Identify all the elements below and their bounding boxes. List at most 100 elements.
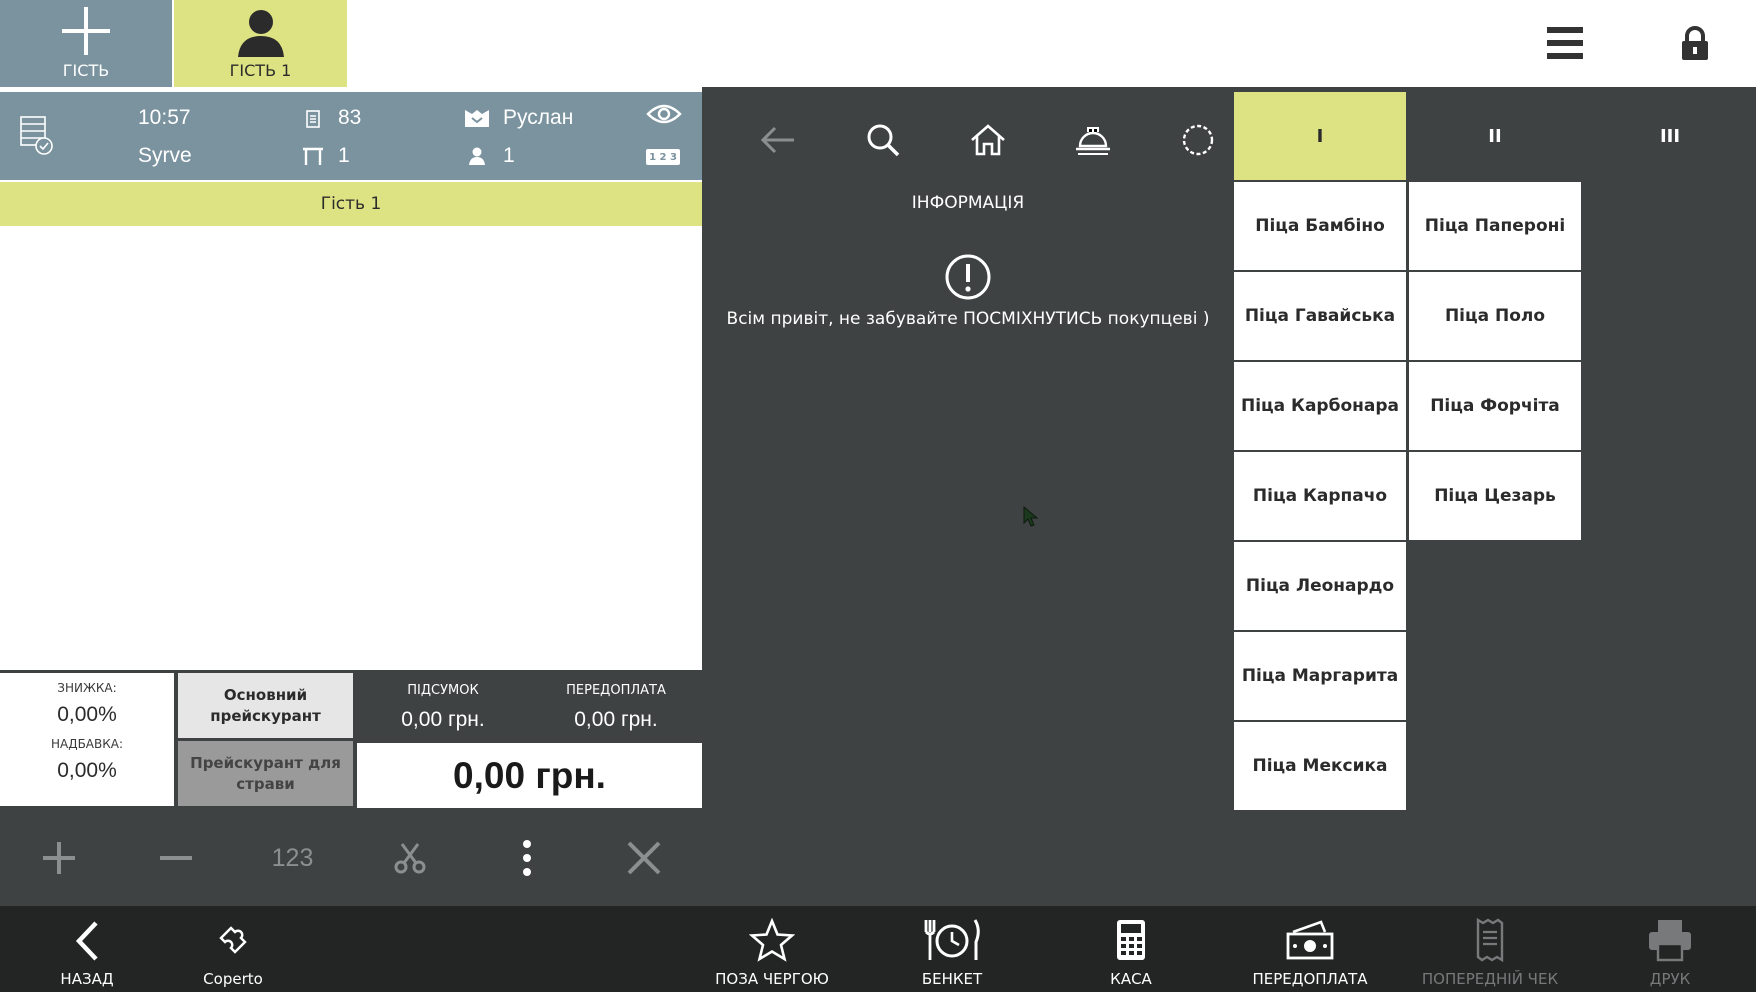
subtotal-label: ПІДСУМОК [407,683,479,698]
banquet-button[interactable]: БЕНКЕТ [880,906,1024,992]
page-tab-1[interactable]: I [1234,92,1406,180]
guest-tab-label: ГІСТЬ 1 [229,61,292,80]
prepayment-button-label: ПЕРЕДОПЛАТА [1252,970,1368,988]
puzzle-icon [219,926,247,954]
discount-surcharge-box[interactable]: ЗНИЖКА: 0,00% НАДБАВКА: 0,00% [0,673,174,806]
pre-check-button[interactable]: ПОПЕРЕДНІЙ ЧЕК [1415,906,1565,992]
page-tab-2[interactable]: II [1409,92,1581,180]
banquet-clock-icon [924,919,980,960]
back-label: НАЗАД [60,970,114,988]
out-of-queue-button[interactable]: ПОЗА ЧЕРГОЮ [700,906,844,992]
add-guest-button[interactable]: ГІСТЬ [0,0,172,87]
search-button[interactable] [853,115,913,165]
prepayment-button[interactable]: ПЕРЕДОПЛАТА [1238,906,1382,992]
prepayment-box: ПЕРЕДОПЛАТА 0,00 грн. [530,675,702,740]
order-header: 10:57 Syrve 83 1 Руслан 1 1 2 3 [0,92,702,180]
numbering-toggle[interactable]: 1 2 3 [646,149,680,165]
back-button[interactable]: НАЗАД [22,906,152,992]
lock-button[interactable] [1660,18,1730,68]
mouse-cursor-icon [1023,506,1039,527]
printer-icon [1649,920,1691,962]
person-icon [237,10,284,57]
kitchen-button[interactable] [1063,115,1123,165]
product-button[interactable]: Піца Поло [1409,272,1581,360]
home-button[interactable] [958,115,1018,165]
table-number: 1 [338,144,350,167]
banquet-label: БЕНКЕТ [921,970,983,988]
product-button[interactable]: Піца Бамбіно [1234,182,1406,270]
lock-icon [1682,26,1708,60]
home-icon [971,124,1005,156]
main-price-list-button[interactable]: Основний прейскурант [178,673,353,738]
back-nav-button[interactable] [748,115,808,165]
print-label: ДРУК [1649,970,1691,988]
table-icon [303,147,323,165]
calculator-icon [1117,920,1145,960]
surcharge-value: 0,00% [57,759,117,782]
receipt-icon [306,110,320,128]
waiter-icon [465,110,489,127]
food-service-icon [1076,127,1110,155]
more-options-button[interactable] [468,810,585,906]
coperto-label: Coperto [203,970,263,988]
plus-icon [62,7,110,55]
product-button[interactable]: Піца Мексика [1234,722,1406,810]
cash-register-button[interactable]: КАСА [1059,906,1203,992]
receipt-icon [1476,918,1504,962]
plus-icon [42,842,75,874]
delete-button[interactable] [585,810,702,906]
guests-icon [469,147,485,165]
discount-label: ЗНИЖКА: [57,681,117,695]
badge-outline-icon [1182,124,1214,156]
subtotal-box: ПІДСУМОК 0,00 грн. [357,675,529,740]
arrow-left-icon [760,126,794,154]
cash-register-label: КАСА [1110,970,1152,988]
dish-price-list-button[interactable]: Прейскурант для страви [178,741,353,806]
info-title: ІНФОРМАЦІЯ [911,193,1025,213]
grand-total: 0,00 грн. [357,743,702,808]
order-time: 10:57 [138,106,191,129]
pre-check-label: ПОПЕРЕДНІЙ ЧЕК [1421,970,1559,988]
product-button[interactable]: Піца Гавайська [1234,272,1406,360]
order-number: 83 [338,106,362,129]
decrease-button[interactable] [117,810,234,906]
money-icon [1286,920,1334,960]
scissors-icon [394,843,425,874]
hamburger-icon [1547,27,1583,59]
chevron-left-icon [75,921,98,961]
prepayment-label: ПЕРЕДОПЛАТА [566,683,666,698]
surcharge-label: НАДБАВКА: [50,737,124,751]
product-button[interactable]: Піца Маргарита [1234,632,1406,720]
product-button[interactable]: Піца Карпачо [1234,452,1406,540]
guest-section-header[interactable]: Гість 1 [0,182,702,226]
order-items-list[interactable] [0,226,702,670]
exclamation-icon [945,254,991,300]
search-icon [867,124,900,157]
more-vertical-icon [522,840,531,876]
menu-button[interactable] [1530,18,1600,68]
coperto-button[interactable]: Coperto [168,906,298,992]
page-tab-3[interactable]: III [1584,92,1756,180]
restaurant-name: Syrve [138,144,192,167]
out-of-queue-label: ПОЗА ЧЕРГОЮ [715,970,829,988]
guest-tab[interactable]: ГІСТЬ 1 [174,0,347,87]
print-button[interactable]: ДРУК [1600,906,1740,992]
subtotal-value: 0,00 грн. [401,708,485,731]
star-icon [749,918,795,962]
prepayment-value: 0,00 грн. [574,708,658,731]
totals-panel: ЗНИЖКА: 0,00% НАДБАВКА: 0,00% Основний п… [0,670,702,810]
bottom-toolbar: НАЗАД Coperto ПОЗА ЧЕРГОЮ БЕНКЕТ КАСА ПЕ… [0,906,1756,992]
product-button[interactable]: Піца Леонардо [1234,542,1406,630]
eye-icon[interactable] [646,104,682,124]
waiter-name: Руслан [503,106,574,129]
split-button[interactable] [351,810,468,906]
quantity-button[interactable]: 123 [234,810,351,906]
increase-button[interactable] [0,810,117,906]
product-button[interactable]: Піца Форчіта [1409,362,1581,450]
guests-count: 1 [503,144,515,167]
product-button[interactable]: Піца Папероні [1409,182,1581,270]
order-list-icon[interactable] [20,116,54,156]
product-button[interactable]: Піца Карбонара [1234,362,1406,450]
product-button[interactable]: Піца Цезарь [1409,452,1581,540]
modifiers-button[interactable] [1168,115,1228,165]
